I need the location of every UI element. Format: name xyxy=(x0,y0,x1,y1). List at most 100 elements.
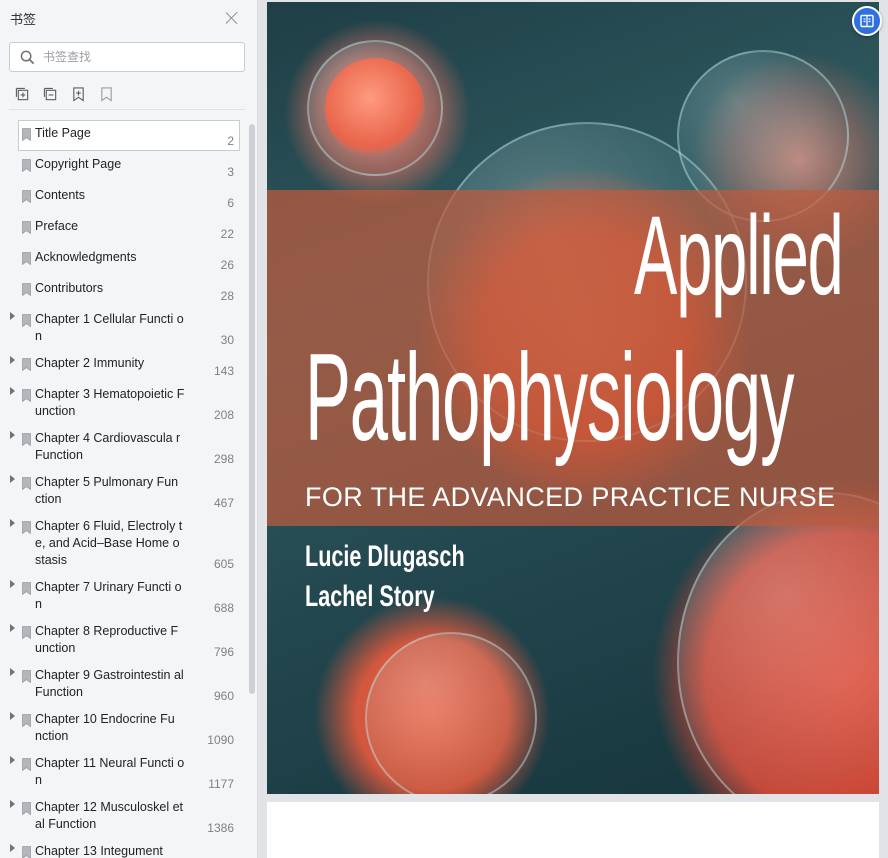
bookmark-icon xyxy=(19,843,35,858)
bookmark-label: Chapter 1 Cellular Functi on xyxy=(35,312,184,343)
bookmark-row-content: Chapter 11 Neural Functi on xyxy=(18,750,240,794)
bookmark-page-number: 28 xyxy=(220,289,234,303)
add-sub-bookmark-icon[interactable] xyxy=(42,86,58,102)
bookmark-add-icon[interactable] xyxy=(70,86,86,102)
bookmark-page-number: 143 xyxy=(213,364,234,378)
next-page xyxy=(267,802,879,858)
bookmark-icon xyxy=(19,355,35,376)
bookmark-icon xyxy=(19,386,35,420)
bookmark-page-number: 688 xyxy=(213,601,234,615)
bookmark-page-number: 3 xyxy=(227,165,234,179)
bookmark-icon xyxy=(19,474,35,508)
arrow-spacer xyxy=(8,275,18,306)
expand-arrow-icon[interactable] xyxy=(8,574,18,618)
bookmark-label: Chapter 3 Hematopoietic Function xyxy=(35,387,185,418)
bookmark-label: Chapter 12 Musculoskel etal Function xyxy=(35,800,183,831)
bookmark-label: Chapter 4 Cardiovascula r Function xyxy=(35,431,181,462)
bookmark-item[interactable]: Chapter 9 Gastrointestin al Function 960 xyxy=(0,662,250,706)
bookmark-list: Title Page 2 Copyright Page 3 Contents 6 Prefa… xyxy=(0,120,250,858)
bookmark-label: Chapter 7 Urinary Functi on xyxy=(35,580,182,611)
cover-title-line1: Applied xyxy=(634,193,844,318)
bookmark-row-content: Chapter 3 Hematopoietic Function xyxy=(18,381,240,425)
reader-mode-button[interactable] xyxy=(852,6,882,36)
bookmark-row-content: Chapter 13 Integument xyxy=(18,838,240,858)
expand-arrow-icon[interactable] xyxy=(8,306,18,350)
bookmark-label: Contributors xyxy=(35,281,104,295)
bookmark-item[interactable]: Chapter 6 Fluid, Electroly te, and Acid–… xyxy=(0,513,250,574)
bookmark-panel: 书签 Title Page 2 Copyright Page 3 Contents 6 Pr… xyxy=(0,0,258,858)
bookmark-icon xyxy=(19,311,35,345)
expand-arrow-icon[interactable] xyxy=(8,350,18,381)
bookmark-item[interactable]: Contents 6 xyxy=(0,182,250,213)
bookmark-item[interactable]: Copyright Page 3 xyxy=(0,151,250,182)
bookmark-page-number: 1386 xyxy=(207,821,234,835)
bookmark-item[interactable]: Chapter 7 Urinary Functi on 688 xyxy=(0,574,250,618)
bookmark-item[interactable]: Chapter 5 Pulmonary Fun ction 467 xyxy=(0,469,250,513)
bookmark-item[interactable]: Chapter 12 Musculoskel etal Function 1386 xyxy=(0,794,250,838)
bookmark-page-number: 26 xyxy=(220,258,234,272)
bookmark-remove-icon[interactable] xyxy=(98,86,114,102)
bookmark-item[interactable]: Chapter 10 Endocrine Fu nction 1090 xyxy=(0,706,250,750)
bookmark-toolbar xyxy=(14,86,114,102)
bookmark-row-content: Title Page xyxy=(18,120,240,151)
cover-title-line2: Pathophysiology xyxy=(305,329,794,467)
expand-arrow-icon[interactable] xyxy=(8,618,18,662)
bookmark-page-number: 1177 xyxy=(208,777,234,791)
cell xyxy=(325,58,425,158)
expand-arrow-icon[interactable] xyxy=(8,750,18,794)
expand-arrow-icon[interactable] xyxy=(8,513,18,574)
bookmark-item[interactable]: Chapter 3 Hematopoietic Function 208 xyxy=(0,381,250,425)
arrow-spacer xyxy=(8,182,18,213)
bookmark-label: Chapter 11 Neural Functi on xyxy=(35,756,185,787)
bookmark-page-number: 960 xyxy=(213,689,234,703)
bookmark-item[interactable]: Chapter 13 Integument xyxy=(0,838,250,858)
bookmark-item[interactable]: Chapter 1 Cellular Functi on 30 xyxy=(0,306,250,350)
cover-author-2: Lachel Story xyxy=(305,580,435,613)
bookmark-item[interactable]: Chapter 8 Reproductive Function 796 xyxy=(0,618,250,662)
expand-arrow-icon[interactable] xyxy=(8,425,18,469)
bookmark-item[interactable]: Acknowledgments 26 xyxy=(0,244,250,275)
expand-arrow-icon[interactable] xyxy=(8,794,18,838)
bookmark-label: Chapter 13 Integument xyxy=(35,844,163,858)
bookmark-label: Copyright Page xyxy=(35,157,122,171)
scrollbar[interactable] xyxy=(249,124,255,694)
bookmark-icon xyxy=(19,518,35,569)
bookmark-label: Title Page xyxy=(35,126,91,140)
bookmark-row-content: Chapter 6 Fluid, Electroly te, and Acid–… xyxy=(18,513,240,574)
bookmark-item[interactable]: Chapter 4 Cardiovascula r Function 298 xyxy=(0,425,250,469)
bookmark-icon xyxy=(19,156,35,177)
search-input[interactable] xyxy=(43,50,223,64)
expand-arrow-icon[interactable] xyxy=(8,838,18,858)
bookmark-search[interactable] xyxy=(9,42,245,72)
bookmark-label: Acknowledgments xyxy=(35,250,137,264)
cover-author-1: Lucie Dlugasch xyxy=(305,540,465,573)
bookmark-item[interactable]: Preface 22 xyxy=(0,213,250,244)
close-icon[interactable] xyxy=(225,11,239,25)
expand-arrow-icon[interactable] xyxy=(8,381,18,425)
divider xyxy=(9,109,245,110)
bookmark-item[interactable]: Contributors 28 xyxy=(0,275,250,306)
bookmark-item[interactable]: Title Page 2 xyxy=(0,120,250,151)
bookmark-page-number: 605 xyxy=(213,557,234,571)
add-bookmark-icon[interactable] xyxy=(14,86,30,102)
bookmark-label: Chapter 9 Gastrointestin al Function xyxy=(35,668,184,699)
arrow-spacer xyxy=(8,120,18,151)
expand-arrow-icon[interactable] xyxy=(8,662,18,706)
bookmark-page-number: 6 xyxy=(227,196,234,210)
bookmark-icon xyxy=(19,280,35,301)
expand-arrow-icon[interactable] xyxy=(8,706,18,750)
search-icon xyxy=(20,50,35,64)
bookmark-icon xyxy=(19,799,35,833)
document-viewer[interactable]: Applied Pathophysiology FOR THE ADVANCED… xyxy=(258,0,888,858)
arrow-spacer xyxy=(8,213,18,244)
bookmark-item[interactable]: Chapter 11 Neural Functi on 1177 xyxy=(0,750,250,794)
cell-bubble xyxy=(677,492,879,794)
bookmark-row-content: Contents xyxy=(18,182,240,213)
bookmark-label: Chapter 2 Immunity xyxy=(35,356,145,370)
bookmark-label: Preface xyxy=(35,219,79,233)
expand-arrow-icon[interactable] xyxy=(8,469,18,513)
bookmark-row-content: Copyright Page xyxy=(18,151,240,182)
bookmark-item[interactable]: Chapter 2 Immunity 143 xyxy=(0,350,250,381)
bookmark-icon xyxy=(19,187,35,208)
book-cover-page: Applied Pathophysiology FOR THE ADVANCED… xyxy=(267,2,879,794)
